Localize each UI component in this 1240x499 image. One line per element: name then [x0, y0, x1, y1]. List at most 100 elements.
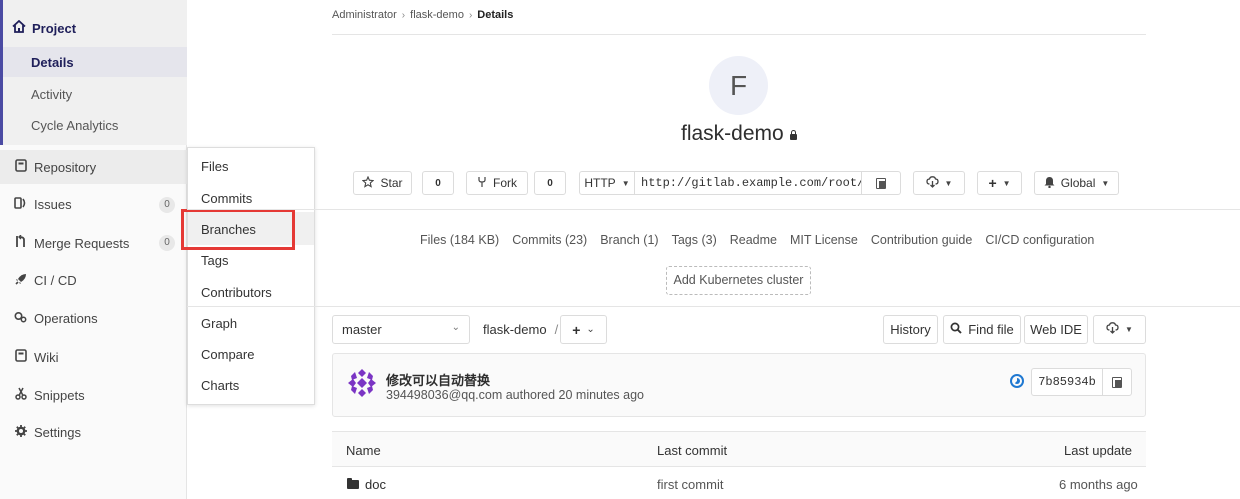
column-last-update: Last update — [1064, 443, 1132, 458]
sidebar-item-label: Settings — [34, 425, 81, 440]
sidebar-item-activity[interactable]: Activity — [31, 87, 72, 102]
copy-icon — [1112, 377, 1122, 388]
sidebar-item-snippets[interactable]: Snippets — [14, 387, 85, 403]
sidebar-item-ci-cd[interactable]: CI / CD — [14, 273, 77, 288]
stat-ci-cd-config[interactable]: CI/CD configuration — [985, 233, 1094, 247]
star-count[interactable]: 0 — [422, 171, 454, 195]
copy-sha-button[interactable] — [1102, 368, 1132, 396]
stat-tags[interactable]: Tags (3) — [672, 233, 717, 247]
copy-url-button[interactable] — [861, 171, 901, 195]
chevron-down-icon: ⌄ — [586, 324, 595, 335]
caret-down-icon: ▼ — [1101, 178, 1110, 188]
sidebar-item-operations[interactable]: Operations — [14, 311, 98, 326]
new-item-dropdown[interactable]: + ▼ — [977, 171, 1022, 195]
fork-label: Fork — [493, 176, 517, 190]
project-stats: Files (184 KB) Commits (23) Branch (1) T… — [420, 233, 1094, 247]
chevron-right-icon: › — [401, 9, 406, 21]
history-button[interactable]: History — [883, 315, 938, 344]
sidebar-item-merge-requests[interactable]: Merge Requests — [14, 234, 130, 251]
web-ide-button[interactable]: Web IDE — [1024, 315, 1088, 344]
flyout-item-commits[interactable]: Commits — [201, 191, 252, 206]
operations-icon — [14, 311, 27, 326]
stat-files[interactable]: Files (184 KB) — [420, 233, 499, 247]
repo-path: flask-demo / — [483, 322, 558, 337]
find-file-label: Find file — [968, 322, 1014, 337]
sidebar-item-label: Snippets — [34, 387, 85, 403]
sidebar-item-issues[interactable]: Issues — [14, 197, 72, 212]
find-file-button[interactable]: Find file — [943, 315, 1021, 344]
flyout-item-charts[interactable]: Charts — [201, 378, 239, 393]
clone-url-input[interactable]: http://gitlab.example.com/root/flask-dem… — [634, 171, 862, 195]
stat-contribution-guide[interactable]: Contribution guide — [871, 233, 972, 247]
stat-readme[interactable]: Readme — [730, 233, 777, 247]
project-avatar: F — [709, 56, 768, 115]
flyout-item-compare[interactable]: Compare — [201, 347, 254, 362]
project-name: flask-demo — [681, 122, 784, 145]
column-last-commit: Last commit — [657, 443, 728, 458]
sidebar-item-details[interactable]: Details — [31, 55, 74, 70]
fork-icon — [477, 176, 487, 191]
flyout-item-files[interactable]: Files — [201, 159, 228, 174]
sidebar-item-label: Merge Requests — [34, 235, 130, 251]
star-button[interactable]: Star — [353, 171, 412, 195]
tree-table-header: Name Last commit Last update — [332, 431, 1146, 467]
repo-path-root[interactable]: flask-demo — [483, 322, 547, 337]
wiki-book-icon — [14, 349, 27, 365]
protocol-label: HTTP — [584, 176, 616, 190]
pipeline-status-icon[interactable] — [1010, 374, 1024, 388]
clone-protocol-dropdown[interactable]: HTTP ▼ — [579, 171, 635, 195]
sidebar-item-wiki[interactable]: Wiki — [14, 349, 59, 365]
row-last-commit[interactable]: first commit — [657, 477, 723, 492]
caret-down-icon: ▼ — [1125, 325, 1133, 334]
project-title: flask-demo — [681, 122, 797, 146]
stat-commits[interactable]: Commits (23) — [512, 233, 587, 247]
fork-count[interactable]: 0 — [534, 171, 566, 195]
breadcrumb-current[interactable]: Details — [477, 9, 513, 21]
sidebar-item-settings[interactable]: Settings — [14, 425, 81, 440]
notification-dropdown[interactable]: Global ▼ — [1034, 171, 1119, 195]
breadcrumb: Administrator › flask-demo › Details — [332, 9, 513, 21]
bell-icon — [1044, 176, 1055, 191]
commit-title[interactable]: 修改可以自动替换 — [386, 370, 490, 389]
sidebar-item-label: Issues — [34, 197, 72, 212]
chevron-down-icon: ⌄ — [451, 322, 460, 333]
branch-select-value: master — [342, 322, 382, 337]
sidebar-item-project[interactable]: Project — [12, 19, 77, 36]
flyout-item-tags[interactable]: Tags — [201, 253, 228, 268]
merge-requests-count-badge: 0 — [159, 235, 175, 251]
star-label: Star — [380, 176, 403, 190]
branch-select[interactable]: master ⌄ — [332, 315, 470, 344]
home-icon — [12, 19, 26, 36]
chevron-right-icon: › — [468, 9, 473, 21]
flyout-item-graph[interactable]: Graph — [201, 316, 237, 331]
sidebar-item-repository[interactable]: Repository — [14, 159, 96, 175]
row-name[interactable]: doc — [365, 477, 386, 492]
highlight-annotation-box — [181, 209, 295, 250]
table-row[interactable]: doc — [347, 477, 386, 492]
add-kubernetes-cluster-button[interactable]: Add Kubernetes cluster — [666, 266, 811, 295]
breadcrumb-project[interactable]: flask-demo — [410, 9, 464, 21]
user-identicon-avatar[interactable] — [347, 368, 377, 398]
download-icon — [1106, 322, 1119, 337]
download-icon — [925, 175, 939, 191]
divider — [187, 209, 1240, 210]
copy-icon — [876, 177, 886, 189]
commit-meta: 394498036@qq.com authored 20 minutes ago — [386, 388, 645, 402]
merge-request-icon — [14, 234, 27, 251]
caret-down-icon: ▼ — [1002, 178, 1011, 188]
fork-button[interactable]: Fork — [466, 171, 528, 195]
star-icon — [362, 175, 375, 191]
sidebar-item-cycle-analytics[interactable]: Cycle Analytics — [31, 118, 118, 133]
breadcrumb-administrator[interactable]: Administrator — [332, 9, 397, 21]
sidebar-project-label: Project — [32, 20, 77, 36]
commit-sha[interactable]: 7b85934b — [1031, 368, 1103, 396]
add-to-tree-dropdown[interactable]: + ⌄ — [560, 315, 607, 344]
download-dropdown[interactable]: ▼ — [913, 171, 965, 195]
stat-license[interactable]: MIT License — [790, 233, 858, 247]
download-source-dropdown[interactable]: ▼ — [1093, 315, 1146, 344]
gear-icon — [14, 425, 27, 440]
book-icon — [14, 159, 27, 175]
stat-branch[interactable]: Branch (1) — [600, 233, 658, 247]
divider — [187, 306, 1240, 307]
flyout-item-contributors[interactable]: Contributors — [201, 285, 272, 300]
